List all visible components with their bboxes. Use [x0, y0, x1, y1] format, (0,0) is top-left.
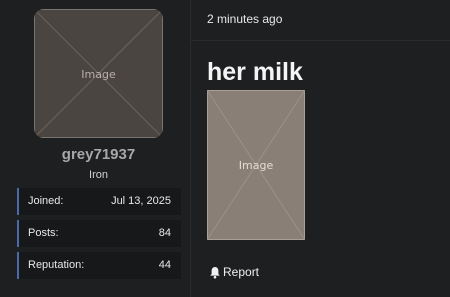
- stat-posts: Posts: 84: [17, 220, 181, 247]
- post-image[interactable]: Image: [207, 90, 305, 240]
- post-timestamp[interactable]: 2 minutes ago: [207, 12, 282, 26]
- avatar-image: Image: [34, 9, 163, 138]
- user-avatar[interactable]: Image: [34, 9, 163, 138]
- stat-value: 84: [158, 227, 171, 239]
- user-sidebar: Image grey71937 Iron Joined: Jul 13, 202…: [0, 0, 191, 297]
- stat-label: Reputation:: [28, 259, 85, 271]
- stat-value: Jul 13, 2025: [111, 195, 171, 207]
- stat-value: 44: [158, 259, 171, 271]
- bell-icon: [209, 266, 221, 279]
- user-rank: Iron: [89, 169, 108, 181]
- stat-joined: Joined: Jul 13, 2025: [17, 188, 181, 215]
- post-header: 2 minutes ago: [191, 0, 450, 41]
- stat-label: Posts:: [28, 227, 59, 239]
- post-title: her milk: [207, 58, 303, 86]
- post-image-graphic: Image: [207, 90, 305, 240]
- stat-label: Joined:: [28, 195, 64, 207]
- post-image-placeholder-label: Image: [239, 159, 274, 172]
- avatar-placeholder-label: Image: [81, 68, 116, 81]
- report-button[interactable]: Report: [209, 265, 259, 279]
- report-label: Report: [223, 265, 260, 279]
- username-link[interactable]: grey71937: [0, 146, 197, 163]
- stat-reputation: Reputation: 44: [17, 252, 181, 279]
